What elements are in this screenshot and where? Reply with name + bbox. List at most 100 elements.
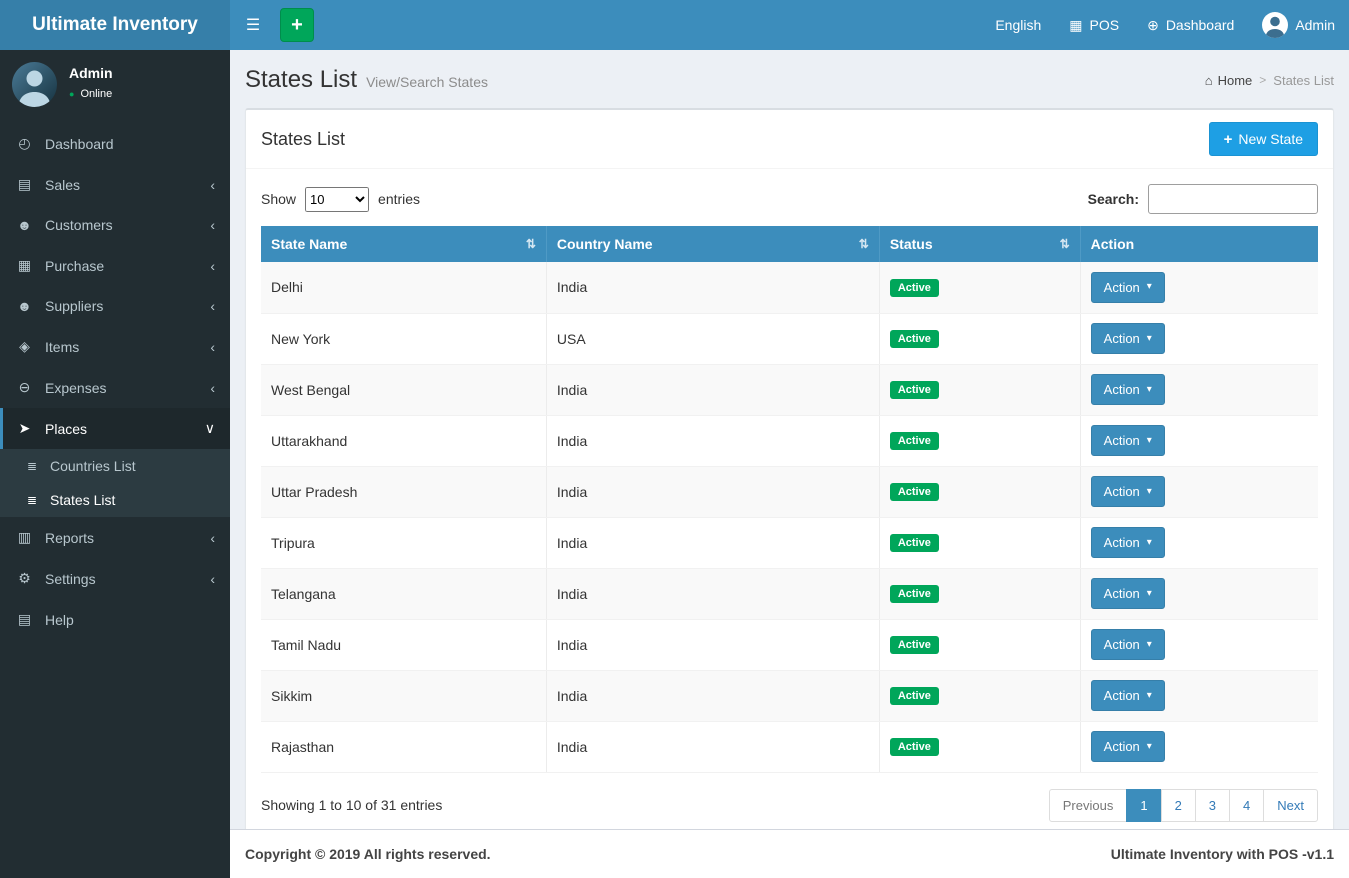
search-label: Search:	[1087, 191, 1139, 207]
app-logo[interactable]: Ultimate Inventory	[0, 0, 230, 50]
sidebar-user-status: ● Online	[69, 88, 113, 100]
caret-down-icon: ▾	[1146, 434, 1152, 446]
user-avatar	[1262, 12, 1289, 38]
sidebar-item-purchase[interactable]: ▦ Purchase ‹	[0, 245, 230, 286]
language-menu[interactable]: English	[981, 0, 1055, 50]
caret-down-icon: ▾	[1146, 638, 1152, 650]
sidebar-item-states-list[interactable]: ≣ States List	[0, 483, 230, 517]
table-row: Tripura India Active Action ▾	[261, 517, 1318, 569]
user-menu[interactable]: Admin	[1248, 0, 1349, 50]
box-title: States List	[261, 128, 346, 149]
action-dropdown-button[interactable]: Action ▾	[1090, 323, 1165, 354]
chevron-left-icon: ‹	[210, 217, 215, 233]
app-window: Ultimate Inventory ☰ + English ▦ POS ⊕ D…	[0, 0, 1349, 878]
sidebar-item-customers[interactable]: ☻ Customers ‹	[0, 205, 230, 245]
action-cell: Action ▾	[1080, 670, 1318, 722]
sidebar-item-countries-list[interactable]: ≣ Countries List	[0, 449, 230, 483]
state-name-cell: Uttarakhand	[261, 415, 547, 467]
search-input[interactable]	[1148, 184, 1318, 214]
table-row: Tamil Nadu India Active Action ▾	[261, 619, 1318, 671]
hamburger-icon: ☰	[245, 17, 261, 34]
online-status-icon: ●	[69, 88, 75, 99]
sidebar-item-label: Purchase	[45, 257, 105, 274]
state-name-cell: West Bengal	[261, 364, 547, 416]
pagination-page-3[interactable]: 3	[1194, 788, 1231, 822]
main-content: States List View/Search States ⌂ Home > …	[230, 50, 1349, 878]
sidebar-item-items[interactable]: ◈ Items ‹	[0, 326, 230, 367]
action-button-label: Action	[1103, 637, 1140, 652]
table-wrap: State Name ⇅ Country Name ⇅ Status ⇅ Act…	[246, 226, 1333, 773]
box-footer: Showing 1 to 10 of 31 entries Previous 1…	[246, 773, 1333, 830]
sidebar-item-dashboard[interactable]: ◴ Dashboard	[0, 123, 230, 164]
customers-icon: ☻	[17, 217, 32, 233]
pagination-next[interactable]: Next	[1263, 788, 1318, 822]
sales-icon: ▤	[17, 176, 32, 192]
action-dropdown-button[interactable]: Action ▾	[1090, 476, 1165, 507]
sidebar-item-suppliers[interactable]: ☻ Suppliers ‹	[0, 286, 230, 326]
sidebar-item-reports[interactable]: ▥ Reports ‹	[0, 517, 230, 558]
status-badge: Active	[889, 278, 939, 297]
column-header-action: Action	[1080, 226, 1318, 262]
sidebar-item-expenses[interactable]: ⊖ Expenses ‹	[0, 367, 230, 408]
action-cell: Action ▾	[1080, 262, 1318, 314]
pos-link[interactable]: ▦ POS	[1055, 0, 1133, 50]
entries-per-page-select[interactable]: 10	[305, 186, 370, 212]
action-dropdown-button[interactable]: Action ▾	[1090, 680, 1165, 711]
caret-down-icon: ▾	[1146, 536, 1152, 548]
box-header: States List + New State	[246, 110, 1333, 169]
caret-down-icon: ▾	[1146, 383, 1152, 395]
sidebar-item-help[interactable]: ▤ Help	[0, 599, 230, 640]
sidebar-user-panel: Admin ● Online	[0, 50, 230, 121]
status-badge: Active	[889, 381, 939, 399]
sidebar-item-sales[interactable]: ▤ Sales ‹	[0, 164, 230, 205]
entries-label: entries	[378, 191, 421, 207]
pagination-page-4[interactable]: 4	[1229, 788, 1265, 822]
action-dropdown-button[interactable]: Action ▾	[1090, 578, 1165, 609]
dashboard-link[interactable]: ⊕ Dashboard	[1133, 0, 1248, 50]
status-cell: Active	[879, 313, 1081, 365]
status-badge: Active	[889, 330, 939, 348]
quick-add-button[interactable]: +	[280, 8, 314, 42]
column-header-country-name[interactable]: Country Name ⇅	[546, 226, 880, 262]
sidebar-item-places[interactable]: ➤ Places ∨	[0, 408, 230, 449]
status-cell: Active	[879, 619, 1081, 671]
new-state-button[interactable]: + New State	[1208, 122, 1318, 156]
pagination-previous[interactable]: Previous	[1048, 788, 1128, 822]
sidebar-toggle-button[interactable]: ☰	[230, 0, 276, 50]
states-list-box: States List + New State Show 10 entries	[245, 108, 1334, 829]
pagination-page-2[interactable]: 2	[1160, 788, 1196, 822]
status-cell: Active	[879, 721, 1081, 773]
copyright-text: Copyright © 2019 All rights reserved.	[245, 846, 491, 862]
action-dropdown-button[interactable]: Action ▾	[1090, 731, 1165, 762]
status-cell: Active	[879, 415, 1081, 467]
places-submenu: ≣ Countries List ≣ States List	[0, 449, 230, 517]
action-cell: Action ▾	[1080, 313, 1318, 365]
breadcrumb-home-link[interactable]: ⌂ Home	[1205, 73, 1253, 88]
sidebar-item-label: Sales	[45, 176, 81, 193]
topbar: Ultimate Inventory ☰ + English ▦ POS ⊕ D…	[0, 0, 1349, 50]
breadcrumb-current: States List	[1273, 72, 1334, 88]
table-row: Rajasthan India Active Action ▾	[261, 721, 1318, 773]
action-dropdown-button[interactable]: Action ▾	[1090, 374, 1165, 405]
action-cell: Action ▾	[1080, 415, 1318, 467]
breadcrumb: ⌂ Home > States List	[1205, 73, 1334, 88]
places-icon: ➤	[18, 420, 31, 436]
sidebar-item-settings[interactable]: ⚙ Settings ‹	[0, 558, 230, 599]
state-name-cell: Tripura	[261, 517, 547, 569]
dashboard-label: Dashboard	[1165, 17, 1235, 33]
country-name-cell: India	[546, 568, 880, 620]
sidebar-item-label: Customers	[45, 217, 113, 233]
action-dropdown-button[interactable]: Action ▾	[1090, 629, 1165, 660]
action-dropdown-button[interactable]: Action ▾	[1090, 527, 1165, 558]
action-cell: Action ▾	[1080, 517, 1318, 569]
chevron-left-icon: ‹	[210, 570, 215, 587]
column-header-status[interactable]: Status ⇅	[879, 226, 1081, 262]
action-dropdown-button[interactable]: Action ▾	[1090, 271, 1165, 303]
column-header-state-name[interactable]: State Name ⇅	[261, 226, 547, 262]
pagination-page-1[interactable]: 1	[1126, 788, 1162, 822]
action-button-label: Action	[1103, 688, 1140, 703]
action-dropdown-button[interactable]: Action ▾	[1090, 425, 1165, 456]
caret-down-icon: ▾	[1146, 740, 1152, 752]
reports-icon: ▥	[17, 529, 32, 545]
caret-down-icon: ▾	[1146, 587, 1152, 599]
